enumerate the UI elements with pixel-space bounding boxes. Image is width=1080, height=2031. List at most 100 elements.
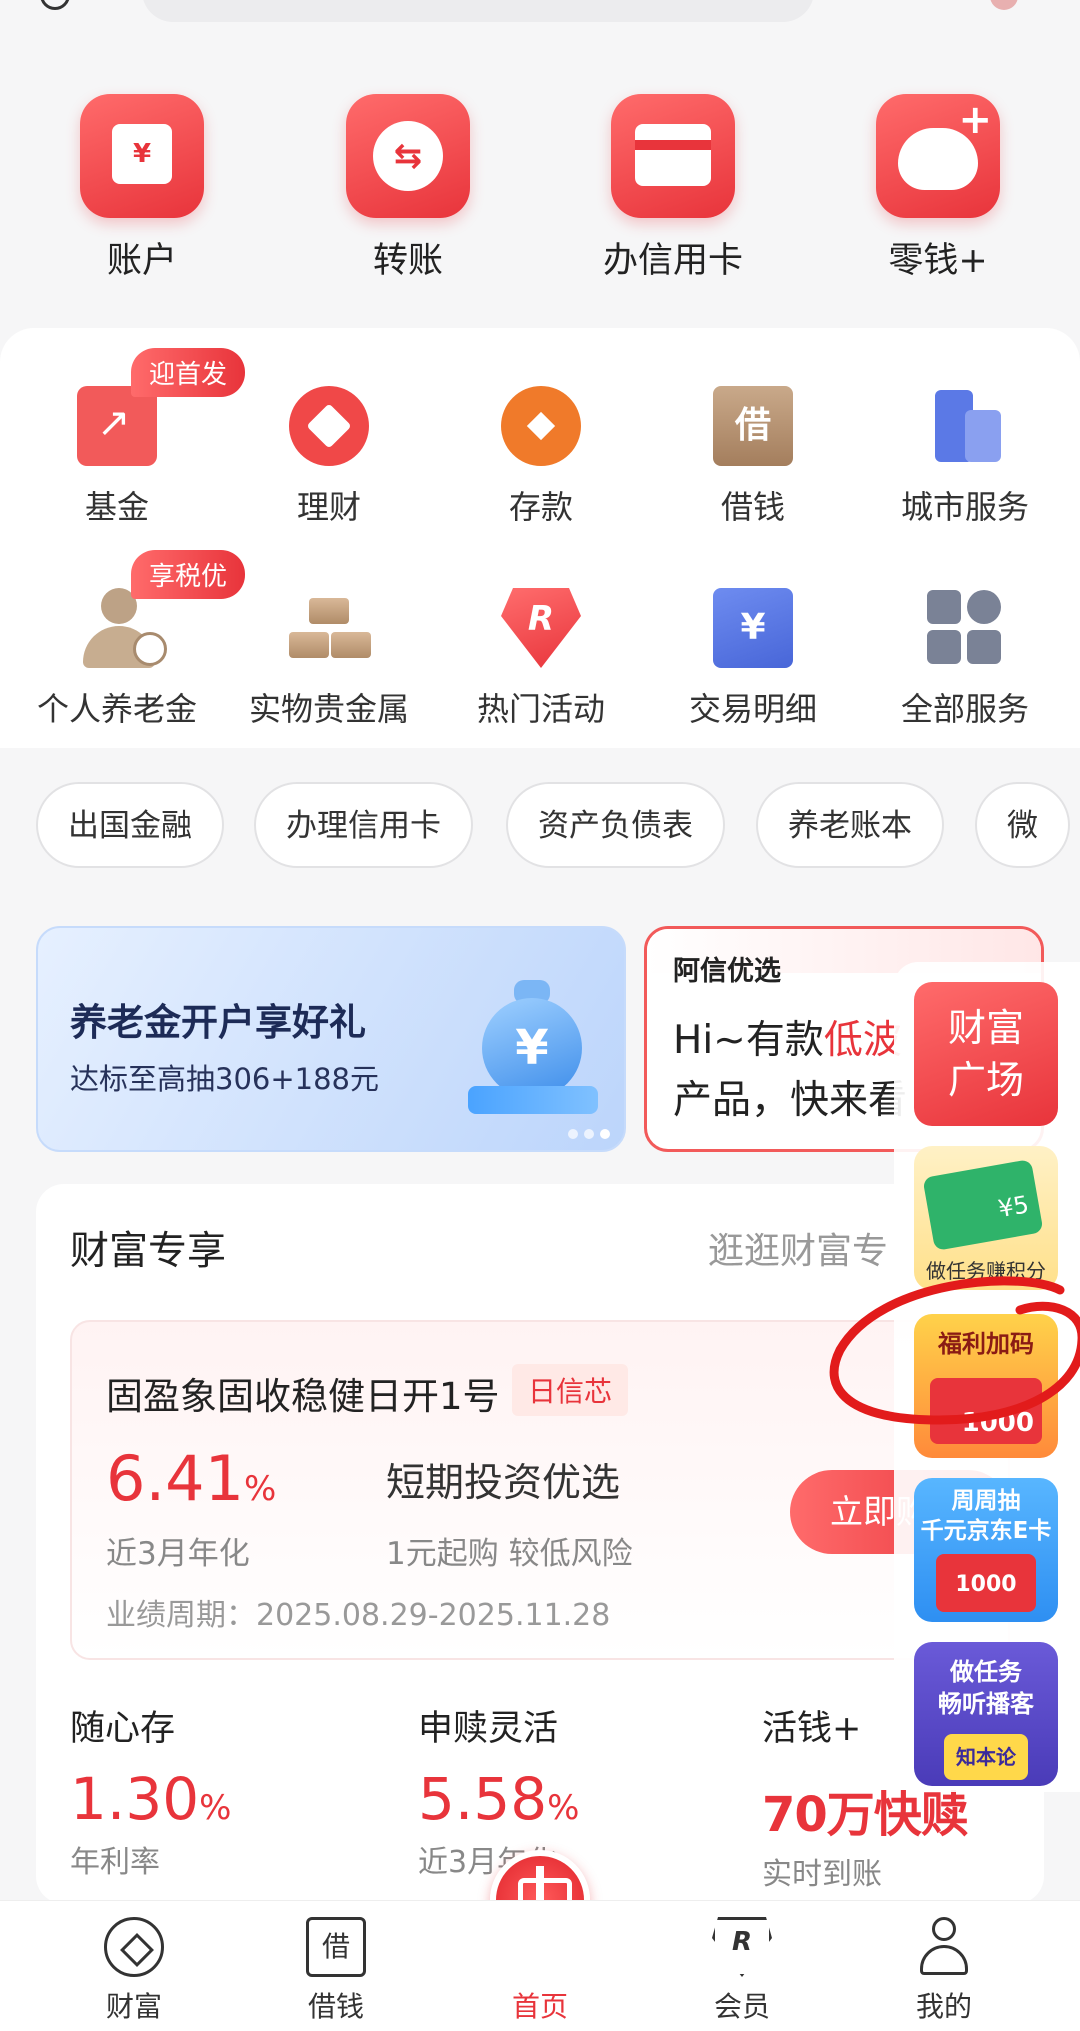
transaction-detail-icon: ¥ xyxy=(713,588,793,668)
hot-activity-icon: R xyxy=(501,588,581,668)
wallet-icon: ¥ xyxy=(80,94,204,218)
mini-title: 随心存 xyxy=(70,1709,176,1749)
borrow-nav-icon: 借 xyxy=(306,1917,366,1977)
quick-action-change-plus[interactable]: + 零钱+ xyxy=(838,94,1038,283)
piggy-bank-icon: + xyxy=(876,94,1000,218)
nav-label: 会员 xyxy=(713,1990,770,2023)
chip-balance-sheet[interactable]: 资产负债表 xyxy=(506,782,725,868)
wealth-plaza-card[interactable]: 财富 广场 xyxy=(914,982,1058,1126)
service-label: 城市服务 xyxy=(900,488,1029,526)
quick-action-transfer[interactable]: ⇆ 转账 xyxy=(308,94,508,283)
nav-wealth[interactable]: 财富 xyxy=(64,1917,204,2025)
service-label: 交易明细 xyxy=(688,690,817,728)
service-fund[interactable]: 迎首发 基金 xyxy=(11,348,246,528)
nav-label: 财富 xyxy=(105,1990,162,2023)
nav-profile[interactable]: 我的 xyxy=(874,1917,1014,2025)
card-title: 做任务 畅听播客 xyxy=(938,1658,1034,1718)
service-label: 热门活动 xyxy=(476,690,605,728)
banner-line-1: Hi~有款低波 xyxy=(673,1018,902,1063)
service-deposit[interactable]: 存款 xyxy=(435,386,647,528)
nav-label: 首页 xyxy=(511,1990,568,2023)
mini-title: 申赎灵活 xyxy=(418,1709,559,1749)
service-hot-activity[interactable]: R 热门活动 xyxy=(435,588,647,730)
product-rate: 6.41% xyxy=(106,1442,277,1515)
service-precious-metal[interactable]: 实物贵金属 xyxy=(223,588,435,730)
section-title: 财富专享 xyxy=(70,1229,227,1274)
product-description: 1元起购 较低风险 xyxy=(386,1536,633,1572)
product-rate-label: 近3月年化 xyxy=(106,1536,250,1572)
quick-action-label: 零钱+ xyxy=(888,241,988,281)
service-label: 基金 xyxy=(84,488,149,526)
card-title: 福利加码 xyxy=(938,1330,1034,1358)
profile-nav-icon xyxy=(914,1917,974,1977)
wealth-nav-icon xyxy=(104,1917,164,1977)
city-service-icon xyxy=(925,386,1005,466)
quick-action-account[interactable]: ¥ 账户 xyxy=(42,94,242,283)
nav-borrow[interactable]: 借 借钱 xyxy=(266,1917,406,2025)
service-wealth-management[interactable]: 理财 xyxy=(223,386,435,528)
credit-card-icon xyxy=(611,94,735,218)
mini-label: 年利率 xyxy=(70,1845,160,1880)
service-borrow[interactable]: 借 借钱 xyxy=(647,386,859,528)
service-all[interactable]: 全部服务 xyxy=(859,588,1071,730)
quick-actions: ¥ 账户 ⇆ 转账 办信用卡 + 零钱+ xyxy=(0,80,1080,320)
nav-home[interactable]: 首页 xyxy=(470,1917,610,2025)
quick-action-credit-card[interactable]: 办信用卡 xyxy=(573,94,773,283)
pension-banner[interactable]: 养老金开户享好礼 达标至高抽306+188元 ¥ xyxy=(36,926,626,1152)
podcast-task-card[interactable]: 做任务 畅听播客 知本论 xyxy=(914,1642,1058,1786)
service-pension[interactable]: 享税优 个人养老金 xyxy=(11,550,246,730)
service-city[interactable]: 城市服务 xyxy=(859,386,1071,528)
deposit-icon xyxy=(501,386,581,466)
task-points-card[interactable]: ¥5 做任务赚积分 xyxy=(914,1146,1058,1290)
chip-more[interactable]: 微 xyxy=(975,782,1070,868)
member-nav-icon: R xyxy=(712,1917,772,1977)
mini-product-flexible-deposit[interactable]: 随心存 1.30% 年利率 xyxy=(70,1700,390,1881)
money-bag-icon: ¥ xyxy=(468,968,598,1118)
mini-product-flexible-redeem[interactable]: 申赎灵活 5.58% 近3月年化 xyxy=(418,1700,738,1881)
service-label: 全部服务 xyxy=(900,690,1029,728)
scan-icon[interactable] xyxy=(40,0,70,10)
bottom-navigation: 财富 借 借钱 首页 R 会员 我的 xyxy=(0,1900,1080,2031)
bonus-card[interactable]: 福利加码 1000 xyxy=(914,1314,1058,1458)
card-caption: 做任务赚积分 xyxy=(926,1259,1046,1283)
search-bar[interactable] xyxy=(142,0,814,22)
wechat-cash-icon: ¥5 xyxy=(922,1159,1044,1251)
wealth-management-icon xyxy=(289,386,369,466)
product-period: 业绩周期：2025.08.29-2025.11.28 xyxy=(106,1598,611,1633)
gift-card-icon: 1000 xyxy=(936,1554,1036,1612)
service-transaction-detail[interactable]: ¥ 交易明细 xyxy=(647,588,859,730)
product-card[interactable]: 固盈象固收稳健日开1号 日信芯 6.41% 近3月年化 短期投资优选 1元起购 … xyxy=(70,1320,1010,1660)
red-envelope-icon: 1000 xyxy=(930,1378,1042,1444)
quick-action-label: 办信用卡 xyxy=(602,241,743,281)
services-grid: 迎首发 基金 理财 存款 借 借钱 城市服务 享税优 个人养老金 实物贵金属 R… xyxy=(0,328,1080,748)
all-services-icon xyxy=(925,588,1005,668)
banner-subtitle: 达标至高抽306+188元 xyxy=(70,1062,380,1096)
fund-icon xyxy=(77,386,157,466)
avatar[interactable] xyxy=(990,0,1018,10)
chip-pension-ledger[interactable]: 养老账本 xyxy=(756,782,944,868)
card-title: 周周抽 千元京东E卡 xyxy=(920,1488,1052,1544)
quick-action-label: 账户 xyxy=(106,241,177,281)
service-label: 个人养老金 xyxy=(36,690,197,728)
shortcut-chips: 出国金融 办理信用卡 资产负债表 养老账本 微 xyxy=(0,770,1080,880)
mini-value: 1.30% xyxy=(70,1765,232,1833)
product-name: 固盈象固收稳健日开1号 xyxy=(106,1375,500,1418)
home-spacer xyxy=(510,1917,570,1977)
chip-overseas-finance[interactable]: 出国金融 xyxy=(36,782,224,868)
jd-card-lottery[interactable]: 周周抽 千元京东E卡 1000 xyxy=(914,1478,1058,1622)
product-slogan: 短期投资优选 xyxy=(386,1461,621,1506)
service-label: 实物贵金属 xyxy=(248,690,409,728)
service-label: 存款 xyxy=(508,488,573,526)
chip-apply-credit-card[interactable]: 办理信用卡 xyxy=(254,782,473,868)
wealth-exclusive-section: 财富专享 逛逛财富专 固盈象固收稳健日开1号 日信芯 6.41% 近3月年化 短… xyxy=(36,1184,1044,1904)
floating-promo-panel: 财富 广场 ¥5 做任务赚积分 福利加码 1000 周周抽 千元京东E卡 100… xyxy=(894,962,1080,1792)
top-bar xyxy=(0,0,1080,80)
nav-label: 我的 xyxy=(915,1990,972,2023)
service-label: 理财 xyxy=(296,488,361,526)
section-more-link[interactable]: 逛逛财富专 xyxy=(708,1222,888,1274)
nav-member[interactable]: R 会员 xyxy=(672,1917,812,2025)
pension-icon xyxy=(77,588,167,668)
banner-brand: 阿信优选 xyxy=(673,956,781,987)
carousel-dots xyxy=(568,1124,616,1143)
transfer-icon: ⇆ xyxy=(346,94,470,218)
